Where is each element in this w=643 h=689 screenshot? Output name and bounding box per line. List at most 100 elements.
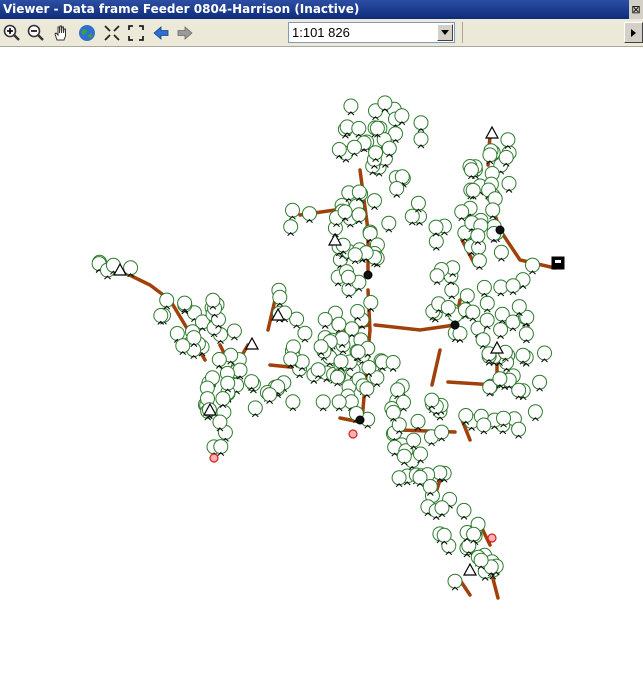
- transformer-symbol: [436, 527, 452, 543]
- transformer-symbol: [333, 353, 349, 369]
- transformer-symbol: [428, 233, 444, 249]
- transformer-symbol: [331, 316, 347, 332]
- transformer-symbol: [396, 448, 412, 464]
- fixed-zoom-out-icon[interactable]: [126, 23, 146, 43]
- toolbar: 1:101 826: [0, 19, 643, 47]
- transformer-symbol: [337, 204, 353, 220]
- transformer-symbol: [485, 202, 501, 218]
- transformer-symbol: [212, 414, 228, 430]
- transformer-symbol: [465, 304, 481, 320]
- transformer-symbol: [262, 387, 278, 403]
- transformer-symbol: [283, 351, 299, 367]
- feeder-line-segment: [430, 348, 442, 387]
- transformer-symbol: [424, 392, 440, 408]
- switch-node-icon: [363, 270, 373, 280]
- transformer-symbol: [515, 347, 531, 363]
- transformer-symbol: [205, 292, 221, 308]
- transformer-symbol: [340, 269, 356, 285]
- pan-hand-icon[interactable]: [51, 23, 71, 43]
- transformer-symbol: [429, 268, 445, 284]
- transformer-symbol: [346, 139, 362, 155]
- transformer-symbol: [475, 332, 491, 348]
- transformer-symbol: [447, 573, 463, 589]
- transformer-symbol: [511, 299, 527, 315]
- close-icon[interactable]: ⊠: [629, 0, 643, 19]
- window-title: Viewer - Data frame Feeder 0804-Harrison…: [3, 2, 360, 16]
- transformer-symbol: [159, 292, 175, 308]
- transformer-symbol: [413, 115, 429, 131]
- transformer-symbol: [331, 394, 347, 410]
- transformer-symbol: [463, 162, 479, 178]
- transformer-symbol: [496, 410, 511, 426]
- fault-marker-icon: [209, 453, 219, 463]
- transformer-symbol: [215, 391, 231, 407]
- feeder-line-segment: [373, 323, 457, 332]
- device-triangle-icon: [484, 125, 500, 139]
- transformer-symbol: [297, 325, 313, 341]
- toolbar-scroll-right-icon[interactable]: [624, 22, 643, 43]
- transformer-symbol: [153, 308, 169, 323]
- transformer-symbol: [285, 202, 300, 218]
- transformer-symbol: [470, 228, 486, 244]
- map-canvas[interactable]: [0, 47, 643, 685]
- transformer-symbol: [310, 362, 326, 378]
- transformer-symbol: [466, 526, 482, 542]
- transformer-symbol: [211, 352, 227, 367]
- fault-marker-icon: [487, 533, 497, 543]
- transformer-symbol: [493, 279, 509, 295]
- transformer-symbol: [283, 219, 299, 235]
- transformer-symbol: [232, 362, 248, 378]
- transformer-symbol: [493, 244, 509, 260]
- transformer-symbol: [244, 374, 260, 390]
- transformer-symbol: [473, 552, 489, 568]
- transformer-symbol: [247, 400, 263, 416]
- transformer-symbol: [498, 149, 514, 165]
- transformer-symbol: [390, 382, 406, 398]
- transformer-symbol: [315, 394, 331, 410]
- transformer-symbol: [317, 312, 333, 327]
- transformer-symbol: [444, 282, 460, 298]
- zoom-in-icon[interactable]: [2, 23, 22, 43]
- transformer-symbol: [434, 500, 450, 516]
- transformer-symbol: [500, 132, 516, 148]
- transformer-symbol: [482, 147, 498, 163]
- zoom-out-icon[interactable]: [26, 23, 46, 43]
- transformer-symbol: [381, 215, 397, 231]
- fixed-zoom-in-icon[interactable]: [102, 23, 122, 43]
- chevron-down-icon[interactable]: [437, 24, 453, 41]
- back-arrow-icon[interactable]: [151, 23, 171, 43]
- transformer-symbol: [410, 413, 426, 429]
- transformer-symbol: [359, 381, 375, 397]
- source-square-detail: [555, 260, 561, 263]
- transformer-symbol: [479, 312, 495, 328]
- transformer-symbol: [391, 470, 407, 486]
- transformer-symbol: [377, 95, 393, 111]
- transformer-symbol: [350, 344, 366, 360]
- transformer-symbol: [537, 345, 552, 361]
- transformer-symbol: [220, 375, 236, 391]
- toolbar-overflow-area: [462, 22, 623, 43]
- transformer-symbol: [476, 417, 492, 433]
- transformer-symbol: [518, 326, 534, 342]
- transformer-symbol: [313, 339, 329, 355]
- transformer-symbol: [351, 207, 367, 223]
- transformer-symbol: [527, 404, 543, 420]
- transformer-symbol: [363, 295, 379, 310]
- switch-node-icon: [495, 225, 505, 235]
- switch-node-icon: [450, 320, 460, 330]
- transformer-symbol: [351, 184, 367, 200]
- full-extent-globe-icon[interactable]: [77, 23, 97, 43]
- transformer-symbol: [389, 181, 405, 196]
- scale-dropdown[interactable]: 1:101 826: [288, 22, 455, 43]
- transformer-symbol: [394, 108, 410, 124]
- transformer-symbol: [479, 295, 495, 311]
- transformer-symbol: [385, 404, 401, 420]
- transformer-symbol: [285, 394, 301, 410]
- window-titlebar: Viewer - Data frame Feeder 0804-Harrison…: [0, 0, 643, 19]
- feeder-network-map[interactable]: [0, 47, 643, 685]
- transformer-symbol: [302, 206, 317, 222]
- forward-arrow-icon[interactable]: [175, 23, 195, 43]
- transformer-symbol: [331, 142, 347, 157]
- transformer-symbol: [385, 355, 401, 370]
- transformer-symbol: [492, 371, 508, 387]
